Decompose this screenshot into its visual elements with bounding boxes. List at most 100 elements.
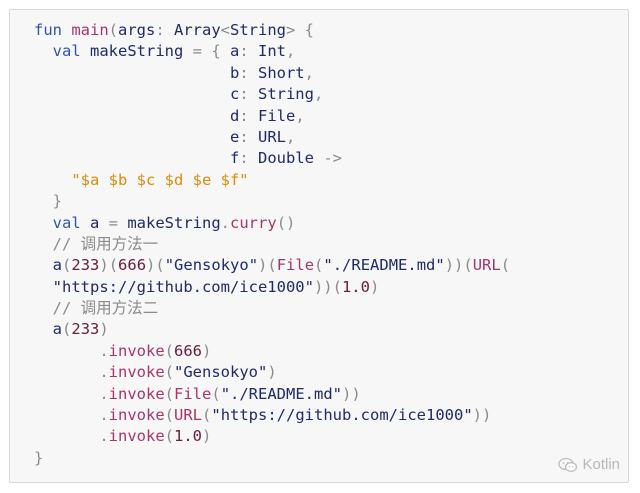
code-token: "Gensokyo" — [164, 256, 259, 275]
code-token: main — [71, 21, 109, 39]
code-token: ) — [267, 363, 277, 382]
code-token: URL — [472, 256, 501, 275]
code-token: ( — [164, 363, 175, 382]
code-token: ) — [202, 341, 212, 360]
code-line: "$a $b $c $d $e $f" — [34, 170, 510, 191]
code-token: "Gensokyo" — [174, 363, 268, 382]
code-token: ( — [62, 256, 72, 275]
code-token: )( — [258, 256, 277, 275]
code-line: .invoke(666) — [34, 341, 510, 362]
code-token: , — [295, 106, 305, 125]
code-token: "https://github.com/ice1000" — [52, 277, 314, 296]
code-line: val a = makeString.curry() — [34, 213, 510, 234]
code-token: invoke — [108, 363, 165, 382]
code-token: c — [229, 85, 240, 104]
code-token: )( — [146, 256, 165, 275]
code-line: // 调用方法二 — [34, 298, 510, 319]
code-token: fun — [34, 21, 72, 39]
code-line: } — [34, 191, 510, 212]
code-token: d — [229, 106, 240, 125]
code-token: 666 — [118, 256, 147, 275]
code-token: b — [229, 63, 240, 82]
code-token: invoke — [108, 341, 165, 360]
code-token: ( — [202, 406, 212, 425]
code-token: , — [285, 127, 296, 146]
code-token: "$a $b $c $d $e $f" — [71, 170, 249, 189]
code-token: makeString — [127, 213, 221, 232]
code-token: )) — [342, 384, 361, 403]
code-token: invoke — [108, 384, 165, 403]
code-token: . — [99, 363, 109, 382]
code-token: "https://github.com/ice1000" — [211, 406, 473, 425]
code-token: a — [52, 256, 63, 275]
code-token: : — [239, 85, 258, 104]
code-token: ( — [164, 384, 175, 403]
code-token: // 调用方法二 — [52, 299, 159, 318]
code-token: ))( — [313, 277, 342, 296]
code-token: ( — [314, 256, 324, 275]
code-token: , — [286, 42, 296, 61]
code-token: URL — [257, 127, 286, 146]
code-token: curry — [230, 213, 277, 232]
code-token: > { — [286, 21, 315, 39]
code-token: makeString — [90, 42, 193, 61]
code-token: ( — [62, 320, 72, 339]
code-token: : — [239, 149, 258, 168]
code-token: ))( — [444, 256, 473, 275]
code-line: .invoke("Gensokyo") — [34, 362, 510, 383]
code-token: args — [118, 21, 156, 39]
watermark: Kotlin — [558, 456, 620, 473]
code-token: e — [229, 127, 240, 146]
code-token: = { — [192, 42, 230, 61]
code-token: val — [52, 213, 90, 232]
code-token: ( — [164, 427, 175, 446]
code-token: a — [90, 213, 109, 232]
code-token: 233 — [71, 256, 100, 275]
code-token: File — [174, 384, 212, 403]
code-line: f: Double -> — [34, 148, 510, 169]
code-line: c: String, — [34, 84, 510, 105]
code-token: // 调用方法一 — [52, 234, 159, 253]
code-line: fun main(args: Array<String> { — [34, 20, 510, 41]
code-line: // 调用方法一 — [34, 234, 510, 255]
code-line: .invoke(URL("https://github.com/ice1000"… — [34, 405, 510, 426]
code-token: : — [155, 21, 174, 39]
code-token: . — [99, 384, 109, 403]
code-token: a — [229, 42, 240, 61]
code-token: ) — [369, 277, 380, 296]
code-token: () — [276, 213, 296, 232]
code-token: "./README.md" — [323, 256, 445, 275]
code-token: : — [239, 63, 258, 82]
code-token: )) — [472, 406, 492, 425]
code-line: a(233) — [34, 319, 510, 340]
watermark-label: Kotlin — [582, 456, 620, 473]
code-line: e: URL, — [34, 127, 510, 148]
code-token: . — [99, 341, 109, 360]
code-token: "./README.md" — [220, 384, 343, 403]
code-token: : — [239, 42, 258, 61]
code-token: ( — [164, 341, 175, 360]
code-token: )( — [99, 256, 119, 275]
code-token: = — [108, 213, 128, 232]
code-token: } — [52, 192, 63, 211]
wechat-icon — [558, 457, 578, 473]
code-token: ( — [108, 21, 118, 39]
code-line: val makeString = { a: Int, — [34, 41, 510, 62]
code-token: ( — [164, 406, 175, 425]
code-token: invoke — [108, 427, 165, 446]
code-token: . — [99, 406, 109, 425]
code-line: .invoke(File("./README.md")) — [34, 384, 510, 405]
